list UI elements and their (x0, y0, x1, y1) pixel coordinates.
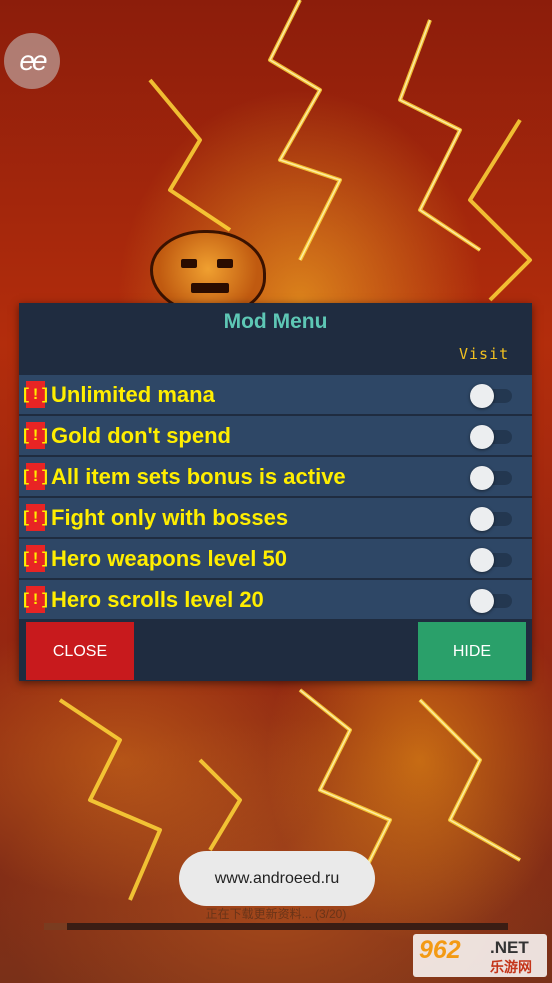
feature-row-scrolls[interactable]: [!] Hero scrolls level 20 (19, 580, 532, 619)
feature-list: [!] Unlimited mana [!] Gold don't spend … (19, 375, 532, 621)
feature-label: Hero scrolls level 20 (51, 586, 264, 612)
feature-row-unlimited-mana[interactable]: [!] Unlimited mana (19, 375, 532, 414)
feature-toggle[interactable] (470, 589, 514, 613)
loading-progress-fill (44, 923, 68, 930)
mod-menu-footer: CLOSE HIDE (19, 622, 532, 680)
warning-badge: [!] (21, 463, 50, 490)
character-eye (181, 259, 197, 268)
feature-row-gold[interactable]: [!] Gold don't spend (19, 416, 532, 455)
feature-toggle[interactable] (470, 466, 514, 490)
feature-label: All item sets bonus is active (51, 463, 346, 489)
loading-progress-bar (44, 923, 508, 930)
feature-label: Gold don't spend (51, 422, 231, 448)
mod-menu-panel: Mod Menu Visit [!] Unlimited mana [!] Go… (19, 303, 532, 681)
feature-row-weapons[interactable]: [!] Hero weapons level 50 (19, 539, 532, 578)
watermark-cn: 乐游网 (490, 959, 532, 975)
feature-toggle[interactable] (470, 507, 514, 531)
app-logo[interactable]: ee (4, 33, 60, 89)
feature-toggle[interactable] (470, 548, 514, 572)
feature-toggle[interactable] (470, 425, 514, 449)
warning-badge: [!] (21, 545, 50, 572)
warning-badge: [!] (21, 504, 50, 531)
feature-label: Hero weapons level 50 (51, 545, 287, 571)
close-button[interactable]: CLOSE (26, 622, 134, 680)
character-mouth (191, 283, 229, 293)
warning-badge: [!] (21, 422, 50, 449)
watermark-logo: 962 .NET 乐游网 (413, 934, 547, 977)
feature-label: Unlimited mana (51, 381, 215, 407)
feature-row-item-sets[interactable]: [!] All item sets bonus is active (19, 457, 532, 496)
app-logo-text: ee (19, 45, 47, 76)
hide-button[interactable]: HIDE (418, 622, 526, 680)
warning-badge: [!] (21, 381, 50, 408)
character-eye (217, 259, 233, 268)
toast-message: www.androeed.ru (179, 851, 375, 906)
marquee-text: Visit (459, 345, 510, 363)
warning-badge: [!] (21, 586, 50, 613)
feature-toggle[interactable] (470, 384, 514, 408)
feature-row-bosses[interactable]: [!] Fight only with bosses (19, 498, 532, 537)
loading-text: 正在下载更新资料... (3/20) (205, 907, 347, 921)
watermark-net: .NET (490, 938, 529, 957)
feature-label: Fight only with bosses (51, 504, 289, 530)
mod-menu-title: Mod Menu (223, 310, 328, 333)
watermark-number: 962 (419, 936, 461, 964)
